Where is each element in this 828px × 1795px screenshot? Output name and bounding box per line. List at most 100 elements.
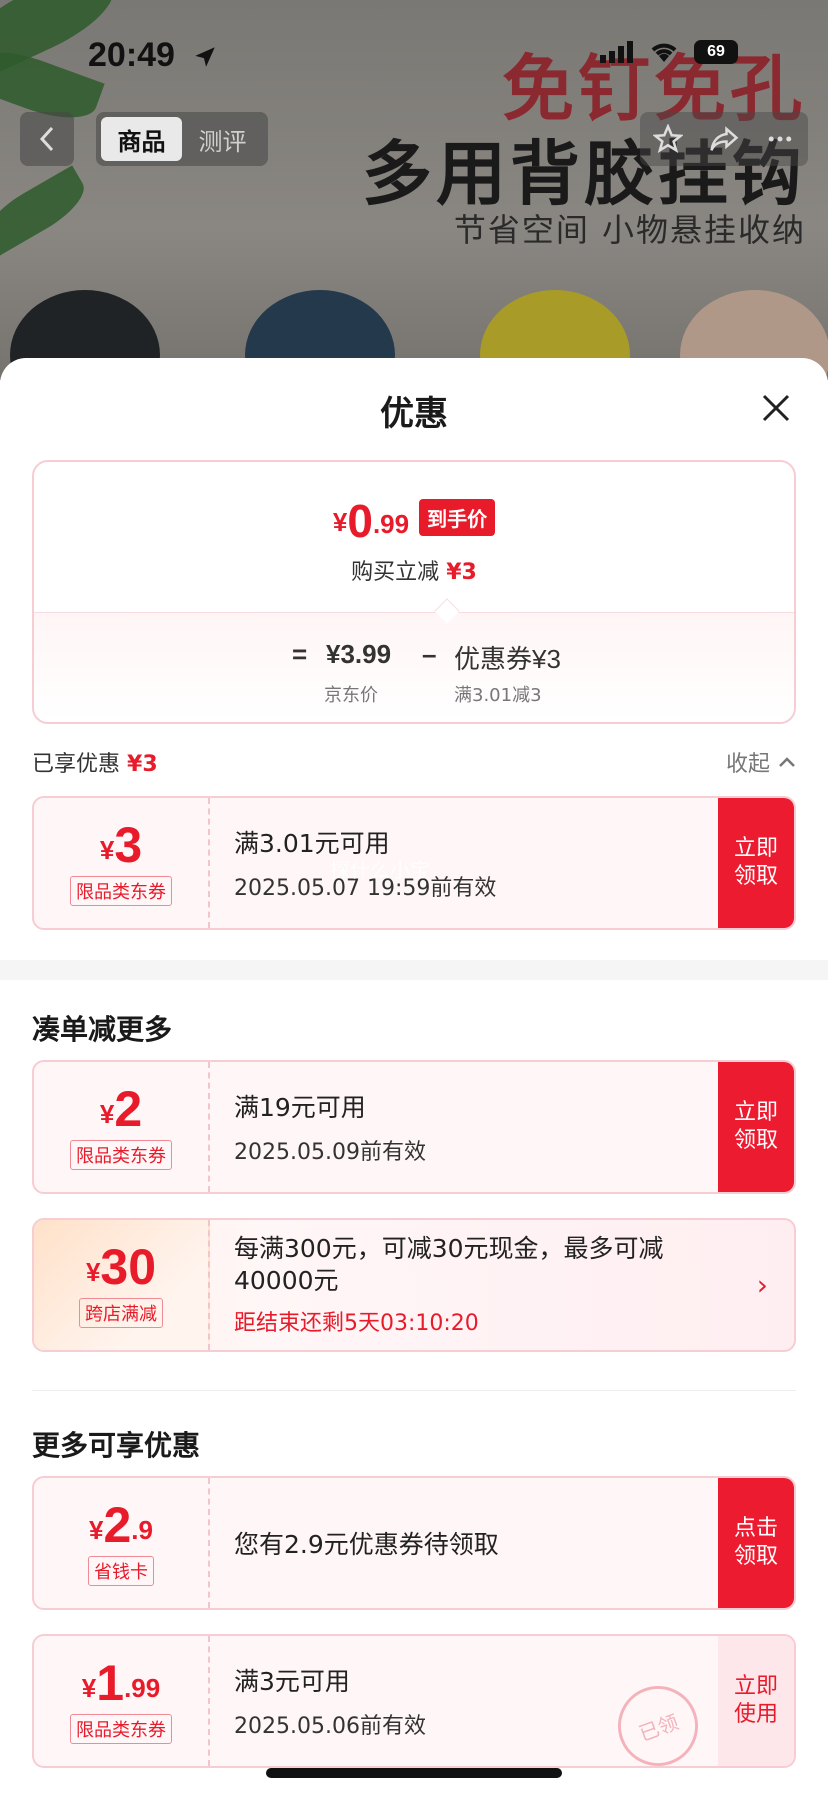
watermark: 探什么小宝	[330, 858, 430, 882]
signal-icon	[600, 41, 633, 63]
coupon-currency: ¥	[89, 1515, 104, 1545]
divider	[32, 1390, 796, 1391]
enjoyed-label: 已享优惠 ¥3	[32, 746, 158, 778]
enjoyed-discount-row: 已享优惠 ¥3 收起	[32, 744, 796, 780]
share-icon[interactable]	[709, 124, 739, 154]
coupon-decimal: .9	[131, 1515, 153, 1545]
coupon-info: 您有2.9元优惠券待领取	[234, 1478, 714, 1608]
coupon-type-badge: 限品类东券	[70, 1714, 172, 1744]
final-price: ¥ 0 .99	[333, 498, 409, 544]
section-title-more: 凑单减更多	[32, 1013, 173, 1046]
coupon-type-badge: 限品类东券	[70, 1140, 172, 1170]
chevron-up-icon	[779, 757, 795, 767]
coupon-amount-block: ¥ 2 .9 省钱卡	[34, 1478, 210, 1608]
back-button[interactable]	[20, 112, 74, 166]
battery-indicator: 69	[694, 40, 738, 64]
coupon-amount-block: ¥ 3 限品类东券	[34, 798, 210, 928]
coupon-rule-label: 满3.01减3	[454, 685, 542, 706]
claim-button[interactable]: 立即领取	[718, 798, 794, 928]
coupon-part: 优惠券¥3	[454, 644, 561, 674]
coupon-expiry: 2025.05.09前有效	[234, 1140, 426, 1165]
coupon-amount-block: ¥ 2 限品类东券	[34, 1062, 210, 1192]
chevron-right-icon: ›	[756, 1268, 768, 1302]
collapse-label: 收起	[725, 752, 770, 777]
coupon-type-badge: 省钱卡	[88, 1556, 154, 1586]
coupon-amount: ¥ 3	[100, 820, 142, 870]
claim-button-label: 立即领取	[733, 1100, 778, 1153]
promo-info: 每满300元，可减30元现金，最多可减40000元 距结束还剩5天03:10:2…	[234, 1220, 724, 1350]
price-top: ¥ 0 .99 到手价 购买立减 ¥3	[34, 462, 794, 612]
tab-review[interactable]: 测评	[182, 117, 263, 161]
enjoyed-value: ¥3	[127, 752, 158, 777]
sheet-title: 优惠	[380, 394, 448, 434]
promo-value: 30	[100, 1239, 157, 1295]
location-arrow-icon	[192, 44, 218, 74]
promo-amount-block: ¥ 30 跨店满减	[34, 1220, 210, 1350]
jd-price-label: 京东价	[324, 685, 378, 706]
coupon-currency: ¥	[99, 835, 115, 865]
coupon-type-badge: 限品类东券	[70, 876, 172, 906]
coupon-expiry: 2025.05.07 19:59前有效	[234, 876, 497, 901]
use-button-label: 立即使用	[733, 1674, 778, 1727]
coupon-condition: 满3.01元可用	[234, 829, 390, 858]
coupon-currency: ¥	[81, 1673, 97, 1703]
tab-product[interactable]: 商品	[101, 117, 182, 161]
section-separator	[0, 960, 828, 980]
nav-actions	[640, 112, 808, 166]
reduce-value: ¥3	[446, 560, 477, 585]
use-now-button[interactable]: 立即使用	[718, 1636, 794, 1766]
promo-type-badge: 跨店满减	[79, 1298, 163, 1328]
close-icon[interactable]	[760, 392, 792, 424]
price-currency: ¥	[332, 507, 348, 537]
coupon-card: ¥ 2 限品类东券 满19元可用 2025.05.09前有效 立即领取	[32, 1060, 796, 1194]
coupon-amount: ¥ 2	[100, 1084, 142, 1134]
click-claim-button[interactable]: 点击领取	[718, 1478, 794, 1608]
savings-card-coupon: ¥ 2 .9 省钱卡 您有2.9元优惠券待领取 点击领取	[32, 1476, 796, 1610]
coupon-currency: ¥	[99, 1099, 115, 1129]
chevron-left-icon	[39, 126, 54, 152]
claim-button[interactable]: 立即领取	[718, 1062, 794, 1192]
coupon-decimal: .99	[124, 1673, 161, 1703]
leaf-decoration	[0, 165, 94, 257]
coupon-condition: 满19元可用	[234, 1093, 366, 1122]
coupon-message: 您有2.9元优惠券待领取	[234, 1530, 499, 1559]
coupon-value: 3	[114, 817, 143, 873]
collapse-toggle[interactable]: 收起	[726, 746, 796, 778]
coupon-info: 满19元可用 2025.05.09前有效	[234, 1062, 714, 1192]
banner-subtitle: 节省空间 小物悬挂收纳	[453, 211, 806, 249]
discount-sheet: 优惠 ¥ 0 .99 到手价 购买立减 ¥3 = ¥3.99 – 优惠券¥3 京…	[0, 358, 828, 1795]
price-integer: 0	[347, 495, 373, 547]
coupon-card: ¥ 1 .99 限品类东券 满3元可用 2025.05.06前有效 已领 立即使…	[32, 1634, 796, 1768]
promo-rule: 每满300元，可减30元现金，最多可减40000元	[234, 1234, 664, 1295]
tab-switcher: 商品 测评	[96, 112, 268, 166]
price-breakdown: = ¥3.99 – 优惠券¥3 京东价 满3.01减3	[34, 612, 794, 722]
promo-countdown: 距结束还剩5天03:10:20	[234, 1311, 479, 1336]
status-time: 20:49	[88, 36, 175, 74]
coupon-amount: ¥ 1 .99	[82, 1658, 160, 1708]
price-decimal: .99	[372, 509, 410, 539]
final-price-badge: 到手价	[419, 499, 496, 536]
enjoyed-text: 已享优惠	[32, 752, 121, 777]
coupon-value: 2	[103, 1497, 132, 1553]
equals-sign: =	[292, 639, 308, 669]
instant-reduce-line: 购买立减 ¥3	[34, 554, 794, 586]
home-indicator	[266, 1768, 562, 1778]
coupon-amount-block: ¥ 1 .99 限品类东券	[34, 1636, 210, 1766]
coupon-amount: ¥ 2 .9	[89, 1500, 153, 1550]
star-icon[interactable]	[653, 124, 683, 154]
more-icon[interactable]	[765, 124, 795, 154]
wifi-icon	[651, 43, 677, 62]
cross-store-promo-card[interactable]: ¥ 30 跨店满减 每满300元，可减30元现金，最多可减40000元 距结束还…	[32, 1218, 796, 1352]
section-title-extra: 更多可享优惠	[32, 1429, 201, 1462]
coupon-value: 2	[114, 1081, 143, 1137]
coupon-value: 1	[96, 1655, 125, 1711]
jd-price: ¥3.99	[326, 639, 392, 669]
price-summary-card: ¥ 0 .99 到手价 购买立减 ¥3 = ¥3.99 – 优惠券¥3 京东价 …	[32, 460, 796, 724]
status-icons: 69	[600, 40, 738, 64]
final-price-row: ¥ 0 .99 到手价	[34, 498, 794, 544]
claim-button-label: 立即领取	[733, 836, 778, 889]
reduce-label: 购买立减	[351, 560, 440, 585]
promo-amount: ¥ 30	[86, 1242, 156, 1292]
claim-button-label: 点击领取	[733, 1516, 778, 1569]
coupon-info: 满3.01元可用 2025.05.07 19:59前有效	[234, 798, 714, 928]
